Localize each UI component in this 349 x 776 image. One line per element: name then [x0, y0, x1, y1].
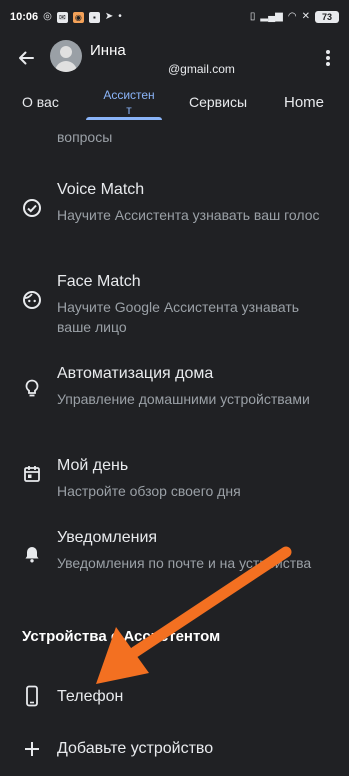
item-subtitle: Научите Ассистента узнавать ваш голос — [57, 207, 320, 223]
list-item-notifications[interactable]: Уведомления Уведомления по почте и на ус… — [0, 526, 349, 594]
lightbulb-icon — [22, 378, 42, 398]
list-item-partial[interactable]: вопросы — [0, 126, 349, 154]
status-bar: 10:06 ◎ ✉ ◉ ▪ ➤ • ▯ ▂▄▆ ◠ ✕ 73 — [0, 0, 349, 34]
account-name: Инна — [90, 42, 126, 59]
list-item-home-automation[interactable]: Автоматизация дома Управление домашними … — [0, 362, 349, 430]
devices-section-heading: Устройства с Ассистентом — [22, 628, 221, 645]
tab-bar: О вас Ассистен т Сервисы Home — [0, 84, 349, 126]
voice-match-icon — [22, 198, 42, 218]
battery-icon: 73 — [315, 11, 339, 23]
image-icon: ▪ — [88, 11, 100, 23]
back-arrow-icon — [19, 51, 34, 65]
item-title: Face Match — [57, 273, 141, 290]
item-subtitle: Уведомления по почте и на устройства — [57, 555, 312, 571]
message-icon: ✉ — [56, 11, 68, 23]
back-button[interactable] — [14, 46, 38, 70]
tab-label: О вас — [22, 94, 59, 110]
list-item-face-match[interactable]: Face Match Научите Google Ассистента узн… — [0, 270, 349, 338]
calendar-icon — [22, 464, 42, 484]
more-options-button[interactable] — [318, 46, 338, 70]
item-title: Телефон — [57, 688, 124, 705]
item-title: Мой день — [57, 457, 129, 474]
plus-icon — [22, 739, 42, 759]
item-title: Voice Match — [57, 181, 145, 198]
more-notifications-icon: • — [118, 11, 122, 22]
tab-label-line1: Ассистен — [103, 88, 155, 102]
wifi-icon: ◠ — [287, 11, 297, 22]
active-tab-indicator — [86, 117, 162, 120]
partial-item-subtitle: вопросы — [57, 129, 113, 145]
tab-assistant[interactable]: Ассистен т — [96, 88, 162, 118]
tab-services[interactable]: Сервисы — [189, 95, 247, 110]
list-item-voice-match[interactable]: Voice Match Научите Ассистента узнавать … — [0, 178, 349, 246]
app-notification-icon: ◉ — [72, 11, 84, 23]
list-item-my-day[interactable]: Мой день Настройте обзор своего дня — [0, 454, 349, 502]
status-time: 10:06 — [10, 11, 39, 23]
item-title: Автоматизация дома — [57, 365, 214, 382]
item-subtitle: Научите Google Ассистента узнавать ваше … — [57, 299, 300, 335]
status-bar-left: 10:06 ◎ ✉ ◉ ▪ ➤ • — [10, 11, 122, 23]
list-item-add-device[interactable]: Добавьте устройство — [0, 734, 349, 764]
tab-about-you[interactable]: О вас — [22, 95, 59, 110]
more-vert-icon — [326, 50, 330, 66]
item-title: Добавьте устройство — [57, 740, 214, 757]
tab-label: Сервисы — [189, 94, 248, 110]
list-item-phone[interactable]: Телефон — [0, 682, 349, 712]
account-email: @gmail.com — [168, 62, 235, 76]
item-subtitle: Настройте обзор своего дня — [57, 483, 241, 499]
item-subtitle: Управление домашними устройствами — [57, 391, 310, 407]
signal-icon: ▂▄▆ — [260, 11, 283, 22]
settings-list: вопросы Voice Match Научите Ассистента у… — [0, 126, 349, 776]
avatar[interactable] — [50, 40, 82, 72]
mute-icon: ✕ — [301, 11, 310, 22]
status-bar-right: ▯ ▂▄▆ ◠ ✕ 73 — [250, 11, 339, 23]
item-title: Уведомления — [57, 529, 158, 546]
face-match-icon — [22, 290, 42, 310]
whatsapp-icon: ◎ — [43, 11, 52, 22]
tab-label: Home — [284, 94, 325, 111]
telegram-icon: ➤ — [104, 11, 114, 22]
tab-label-line2: т — [126, 103, 132, 117]
account-header: Инна @gmail.com — [0, 34, 349, 84]
phone-icon — [22, 685, 42, 707]
battery-level: 73 — [321, 12, 332, 22]
bell-icon — [22, 544, 42, 564]
tab-home[interactable]: Home — [284, 95, 324, 110]
vibrate-icon: ▯ — [249, 11, 256, 22]
